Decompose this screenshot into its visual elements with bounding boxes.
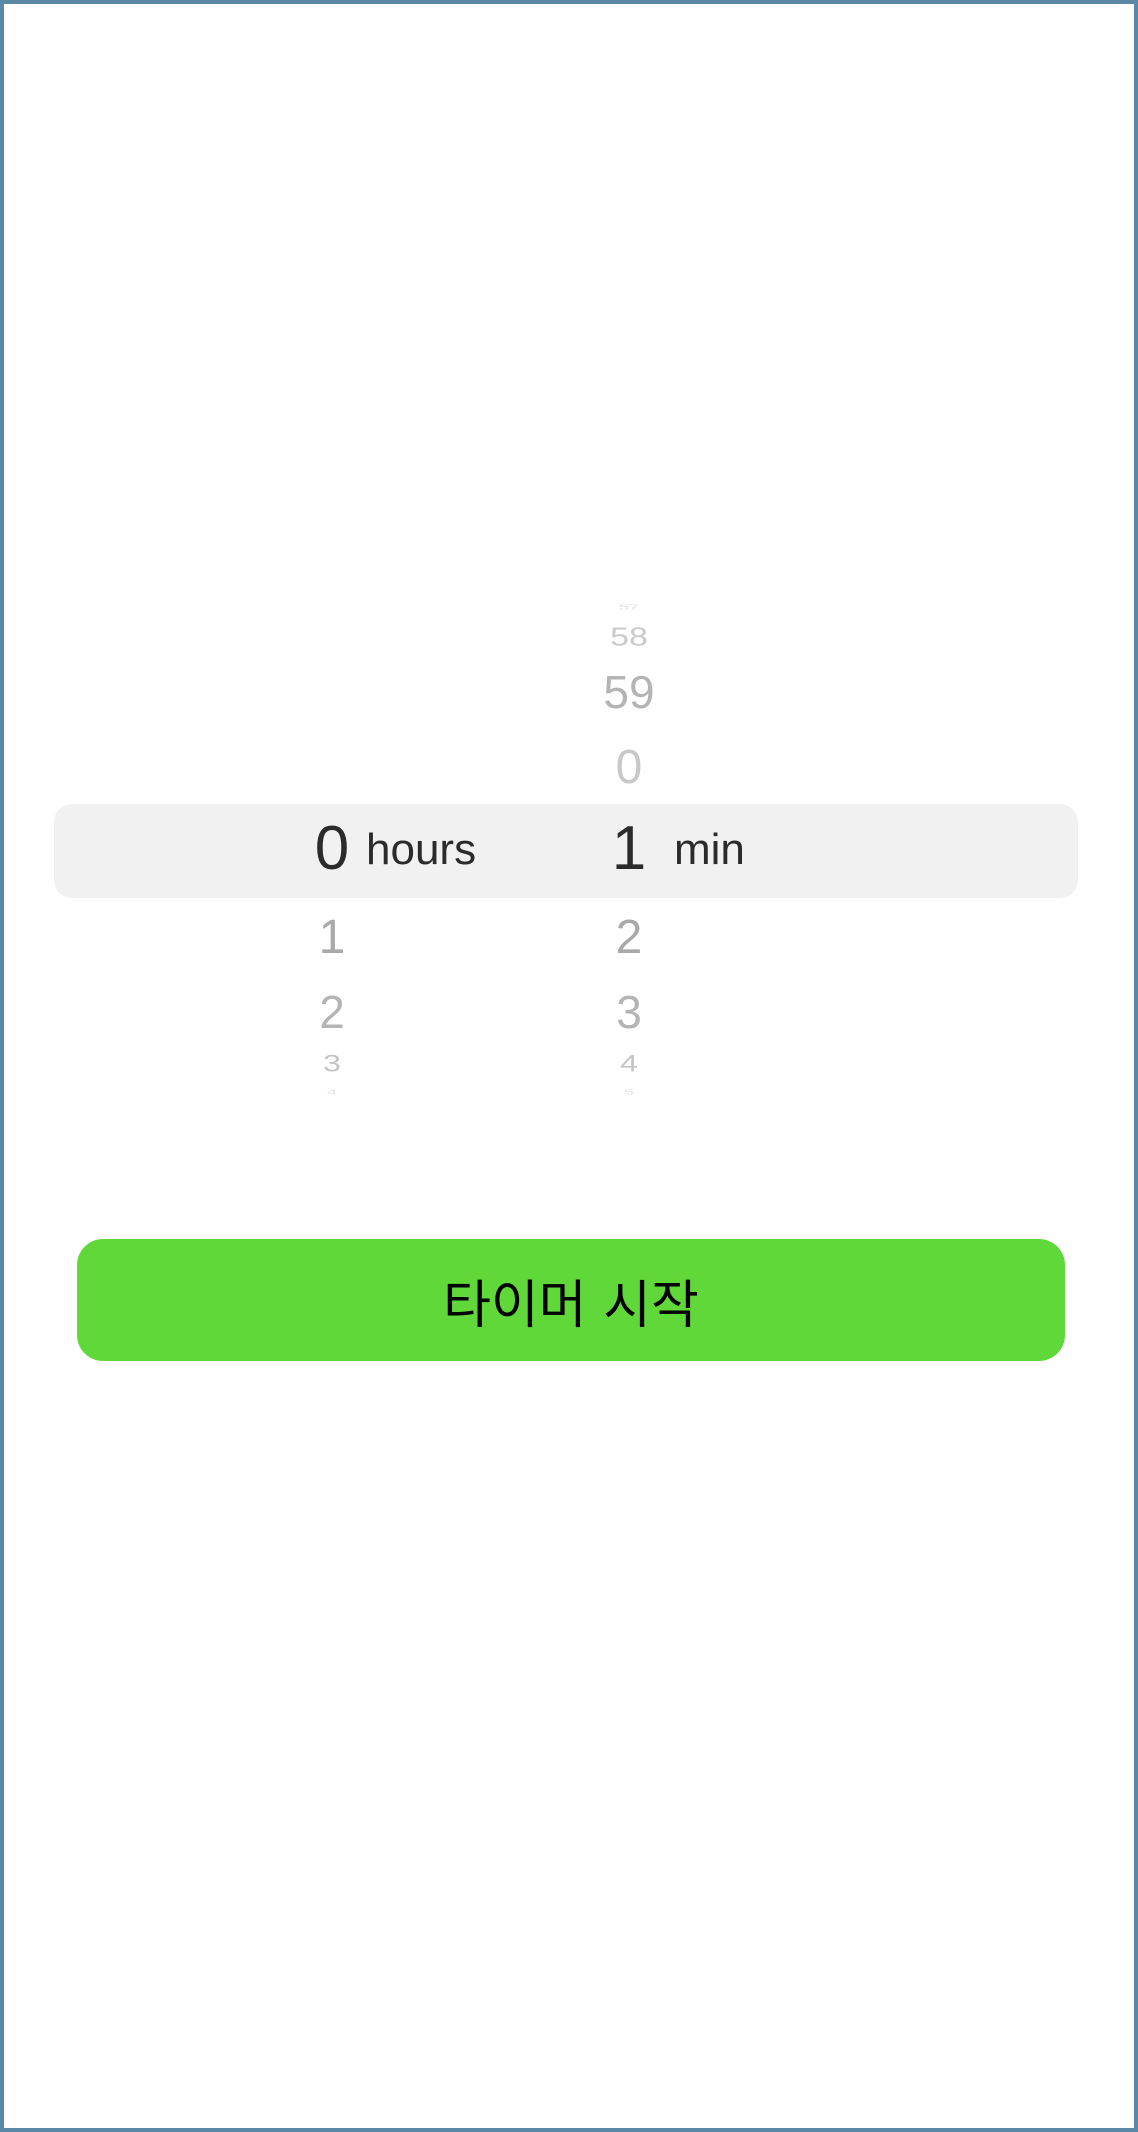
minutes-option[interactable]: 2 — [554, 914, 704, 962]
minutes-option[interactable]: 3 — [554, 989, 704, 1035]
hours-unit-label: hours — [366, 825, 477, 874]
hours-option[interactable]: 3 — [257, 1051, 407, 1075]
hours-option[interactable]: 1 — [257, 914, 407, 962]
minutes-unit-label: min — [674, 825, 745, 874]
duration-picker[interactable]: 0 1 2 3 4 hours 57 58 59 0 1 2 3 4 5 min — [4, 594, 1134, 1104]
minutes-option[interactable]: 57 — [554, 603, 704, 610]
minutes-option[interactable]: 0 — [554, 744, 704, 792]
minutes-option[interactable]: 59 — [554, 669, 704, 715]
hours-option[interactable]: 4 — [257, 1088, 407, 1095]
start-timer-button[interactable]: 타이머 시작 — [77, 1239, 1065, 1361]
minutes-option[interactable]: 5 — [554, 1088, 704, 1095]
timer-screen: 0 1 2 3 4 hours 57 58 59 0 1 2 3 4 5 min… — [0, 0, 1138, 2132]
minutes-option[interactable]: 58 — [554, 624, 704, 650]
minutes-option[interactable]: 4 — [554, 1051, 704, 1075]
hours-option[interactable]: 2 — [257, 989, 407, 1035]
